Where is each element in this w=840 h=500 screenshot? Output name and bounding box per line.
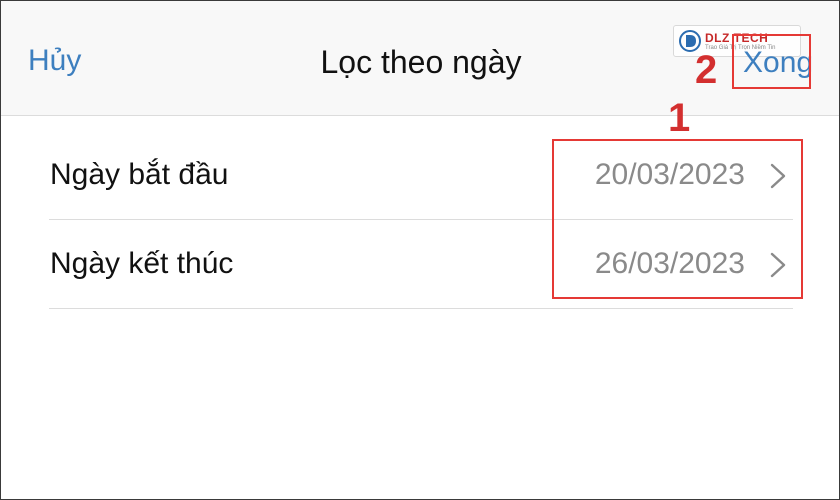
step-number-2: 2 <box>695 48 718 92</box>
date-filter-screen: Hủy Lọc theo ngày DLZ TECH Trao Giá Trị … <box>0 0 840 500</box>
done-button-highlight <box>732 34 811 89</box>
end-date-label: Ngày kết thúc <box>50 247 234 280</box>
date-values-highlight <box>552 139 803 299</box>
start-date-label: Ngày bắt đầu <box>50 158 229 191</box>
